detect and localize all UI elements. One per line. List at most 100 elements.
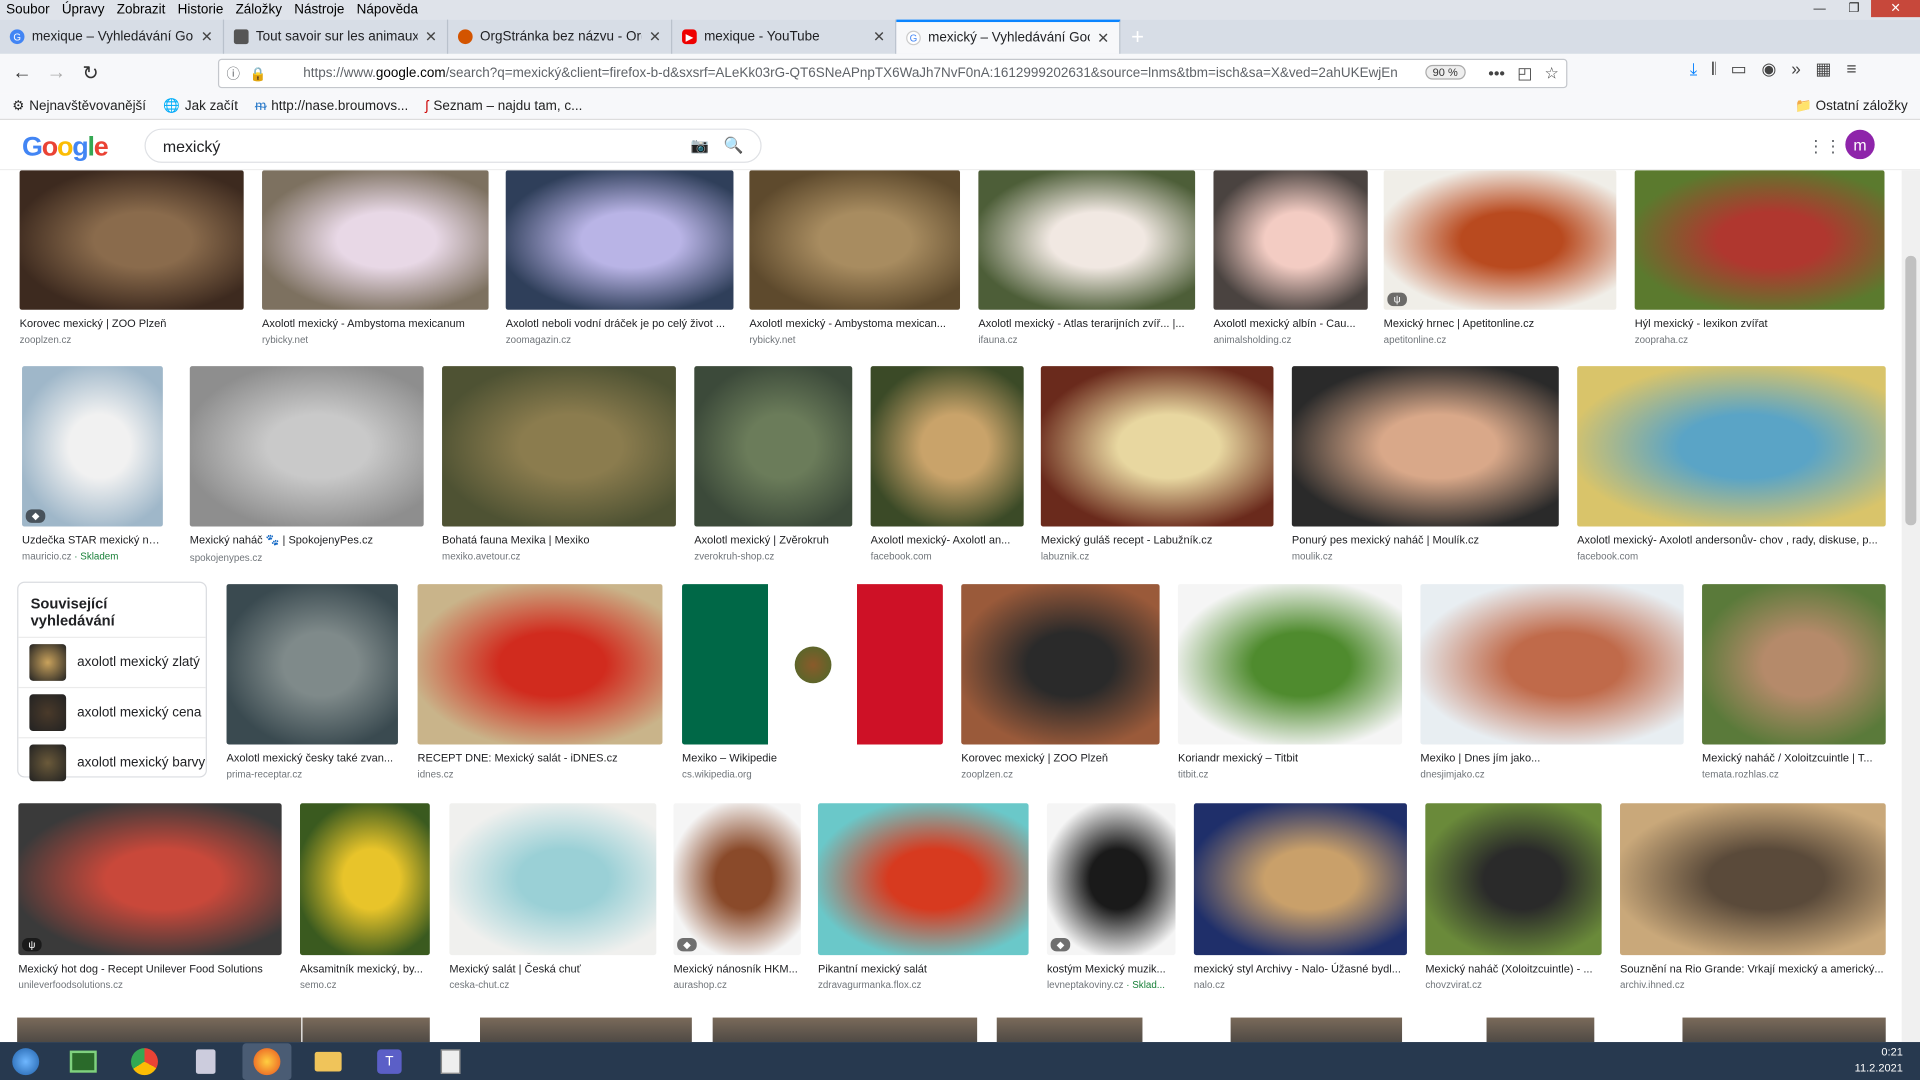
- scrollbar-thumb[interactable]: [1905, 255, 1917, 526]
- result-thumbnail[interactable]: [978, 170, 1196, 310]
- result-caption[interactable]: mexický styl Archivy - Nalo- Úžasné bydl…: [1194, 962, 1407, 974]
- image-result[interactable]: Axolotl mexický česky také zvan... prima-…: [226, 584, 398, 780]
- result-caption[interactable]: Axolotl mexický - Ambystoma mexicanum: [262, 317, 489, 329]
- result-thumbnail[interactable]: ψ: [1383, 170, 1617, 310]
- file-explorer-icon[interactable]: [304, 1043, 353, 1080]
- image-result[interactable]: Aksamitník mexický, by... semo.cz: [300, 803, 430, 991]
- close-tab-icon[interactable]: ✕: [201, 28, 213, 45]
- sidebar-icon[interactable]: ▭: [1731, 59, 1747, 80]
- result-thumbnail[interactable]: [19, 170, 244, 310]
- related-item[interactable]: axolotl mexický barvy: [18, 737, 206, 787]
- calculator-icon[interactable]: [181, 1043, 230, 1080]
- image-result[interactable]: Korovec mexický | ZOO Plzeň zooplzen.cz: [19, 170, 244, 345]
- result-thumbnail[interactable]: [262, 170, 489, 310]
- bookmark-getting-started[interactable]: 🌐 Jak začít: [163, 98, 238, 114]
- image-result[interactable]: Bohatá fauna Mexika | Mexiko mexiko.aveto…: [442, 366, 676, 562]
- result-caption[interactable]: kostým Mexický muzik...: [1047, 962, 1176, 974]
- result-thumbnail[interactable]: [480, 1017, 692, 1043]
- result-thumbnail[interactable]: [682, 584, 943, 745]
- image-result[interactable]: Mexický salát | Česká chuť ceska-chut.cz: [449, 803, 657, 991]
- result-caption[interactable]: Axolotl mexický | Zvěrokruh: [694, 534, 852, 546]
- result-thumbnail[interactable]: [1634, 170, 1885, 310]
- result-caption[interactable]: Koriandr mexický – Titbit: [1178, 752, 1402, 764]
- result-caption[interactable]: Souznění na Rio Grande: Vrkají mexický a…: [1620, 962, 1886, 974]
- tab-mexique-google[interactable]: G mexique – Vyhledávání Google ✕: [0, 19, 225, 54]
- bookmark-seznam[interactable]: ʃ Seznam – najdu tam, c...: [425, 99, 582, 114]
- result-caption[interactable]: Mexický naháč / Xoloitzcuintle | T...: [1702, 752, 1886, 764]
- image-result[interactable]: Axolotl mexický- Axolotl an... facebook.c…: [870, 366, 1024, 562]
- close-tab-icon[interactable]: ✕: [1097, 29, 1109, 46]
- menu-help[interactable]: Nápověda: [351, 2, 425, 17]
- zoom-level[interactable]: 90 %: [1425, 64, 1466, 80]
- image-result[interactable]: Axolotl neboli vodní dráček je po celý ž…: [505, 170, 734, 345]
- result-caption[interactable]: Mexiko – Wikipedie: [682, 752, 943, 764]
- menu-file[interactable]: Soubor: [0, 2, 56, 17]
- desktop-app-icon[interactable]: [59, 1043, 108, 1080]
- result-caption[interactable]: Mexický hot dog - Recept Unilever Food S…: [18, 962, 281, 974]
- minimize-icon[interactable]: —: [1802, 0, 1836, 17]
- result-thumbnail[interactable]: [302, 1017, 430, 1043]
- close-tab-icon[interactable]: ✕: [425, 28, 437, 45]
- image-result[interactable]: Ponurý pes mexický naháč | Moulík.cz moul…: [1291, 366, 1559, 562]
- result-thumbnail[interactable]: [1230, 1017, 1403, 1043]
- result-thumbnail[interactable]: [505, 170, 734, 310]
- result-thumbnail[interactable]: [1040, 366, 1274, 527]
- image-result[interactable]: mexický styl Archivy - Nalo- Úžasné bydl…: [1193, 803, 1407, 991]
- image-result[interactable]: Koriandr mexický – Titbit titbit.cz: [1177, 584, 1403, 780]
- related-item[interactable]: axolotl mexický zlatý: [18, 636, 206, 687]
- tab-animaux[interactable]: Tout savoir sur les animaux les ✕: [224, 19, 449, 54]
- result-caption[interactable]: Mexický nánosník HKM...: [673, 962, 800, 974]
- image-result[interactable]: ψ Mexický hrnec | Apetitonline.cz apetiton…: [1383, 170, 1617, 345]
- reload-icon[interactable]: ↻: [76, 59, 105, 88]
- result-thumbnail[interactable]: [1620, 803, 1886, 956]
- image-result[interactable]: ◆ Mexický nánosník HKM... aurashop.cz: [673, 803, 801, 991]
- result-thumbnail[interactable]: [749, 170, 961, 310]
- menu-view[interactable]: Zobrazit: [111, 2, 172, 17]
- address-bar[interactable]: ⓘ 🔒 https://www.google.com/search?q=mexi…: [217, 58, 1568, 89]
- image-result[interactable]: Mexiko | Dnes jím jako... dnesjimjako.cz: [1420, 584, 1684, 780]
- result-caption[interactable]: Axolotl mexický česky také zvan...: [227, 752, 398, 764]
- result-thumbnail[interactable]: [1291, 366, 1559, 527]
- image-result[interactable]: Souznění na Rio Grande: Vrkají mexický a…: [1620, 803, 1886, 991]
- account-icon[interactable]: ◉: [1762, 59, 1777, 80]
- result-thumbnail[interactable]: [17, 1017, 302, 1043]
- bookmark-star-icon[interactable]: ☆: [1545, 64, 1559, 84]
- result-caption[interactable]: Aksamitník mexický, by...: [300, 962, 430, 974]
- image-result[interactable]: Mexický naháč 🐾 | SpokojenyPes.cz spokoje…: [189, 366, 424, 563]
- result-caption[interactable]: Hýl mexický - lexikon zvířat: [1635, 317, 1885, 329]
- clock-time[interactable]: 0:21: [1855, 1044, 1902, 1060]
- image-result[interactable]: ◆ kostým Mexický muzik... levneptakoviny.c…: [1046, 803, 1176, 991]
- image-result[interactable]: Axolotl mexický - Atlas terarijních zvíř…: [978, 170, 1196, 345]
- image-result[interactable]: Mexický guláš recept - Labužník.cz labuzn…: [1040, 366, 1274, 562]
- result-caption[interactable]: Axolotl mexický - Ambystoma mexican...: [749, 317, 960, 329]
- avatar[interactable]: m: [1845, 129, 1875, 160]
- bookmark-broumov[interactable]: ᵯ http://nase.broumovs...: [255, 99, 408, 114]
- result-caption[interactable]: RECEPT DNE: Mexický salát - iDNES.cz: [418, 752, 663, 764]
- result-thumbnail[interactable]: [1193, 803, 1407, 956]
- firefox-icon[interactable]: [242, 1042, 292, 1080]
- image-result[interactable]: Axolotl mexický - Ambystoma mexicanum ryb…: [262, 170, 489, 345]
- result-caption[interactable]: Korovec mexický | ZOO Plzeň: [20, 317, 244, 329]
- result-thumbnail[interactable]: ◆: [673, 803, 801, 956]
- image-result[interactable]: Mexický naháč / Xoloitzcuintle | T... tem…: [1702, 584, 1886, 780]
- menu-edit[interactable]: Úpravy: [56, 2, 111, 17]
- close-window-icon[interactable]: ✕: [1871, 0, 1920, 18]
- result-caption[interactable]: Uzdečka STAR mexický nán...: [22, 534, 163, 546]
- result-thumbnail[interactable]: [817, 803, 1029, 956]
- result-thumbnail[interactable]: ψ: [18, 803, 282, 956]
- image-result[interactable]: Axolotl mexický | Zvěrokruh zverokruh-sho…: [694, 366, 853, 562]
- tab-orgpad[interactable]: OrgStránka bez názvu - OrgPad ✕: [448, 19, 673, 54]
- result-thumbnail[interactable]: [961, 584, 1160, 745]
- image-result[interactable]: Mexický naháč (Xoloitzcuintle) - ... chov…: [1425, 803, 1602, 991]
- result-thumbnail[interactable]: [449, 803, 657, 956]
- back-arrow-icon[interactable]: ←: [7, 59, 36, 88]
- close-tab-icon[interactable]: ✕: [873, 28, 885, 45]
- result-caption[interactable]: Mexický guláš recept - Labužník.cz: [1041, 534, 1274, 546]
- maximize-icon[interactable]: ❐: [1837, 0, 1871, 17]
- menu-hamburger-icon[interactable]: ≡: [1846, 59, 1856, 80]
- result-thumbnail[interactable]: [300, 803, 430, 956]
- tab-youtube[interactable]: ▶ mexique - YouTube ✕: [672, 19, 897, 54]
- vertical-scrollbar[interactable]: [1901, 170, 1920, 1043]
- result-thumbnail[interactable]: [1177, 584, 1403, 745]
- image-result[interactable]: Korovec mexický | ZOO Plzeň zooplzen.cz: [961, 584, 1160, 780]
